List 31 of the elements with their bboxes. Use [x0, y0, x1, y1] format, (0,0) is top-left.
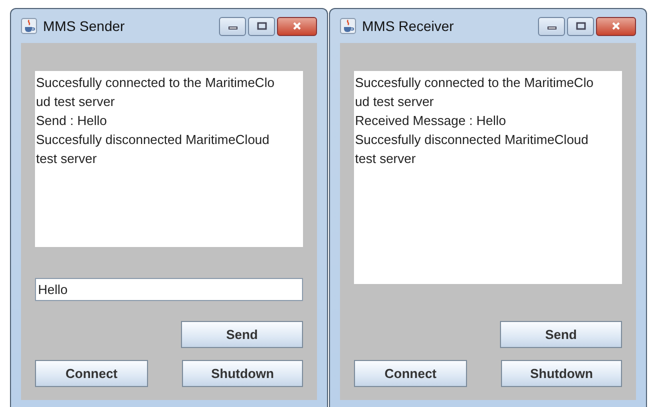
maximize-button[interactable]	[248, 16, 275, 36]
log-line: Send : Hello	[36, 112, 108, 130]
log-line: test server	[36, 150, 98, 168]
log-line: Succesfully connected to the MaritimeClo	[36, 74, 276, 92]
close-icon	[611, 22, 621, 30]
close-button[interactable]	[596, 16, 636, 36]
log-line: ud test server	[36, 93, 116, 111]
coffee-cup-icon	[21, 18, 37, 34]
message-field[interactable]: Hello	[35, 278, 303, 301]
log-line: Succesfully disconnected MaritimeCloud	[36, 131, 270, 149]
shutdown-button[interactable]: Shutdown	[501, 360, 622, 387]
maximize-icon	[256, 22, 266, 30]
window-title: MMS Receiver	[362, 18, 455, 34]
send-button[interactable]: Send	[181, 321, 303, 348]
connect-button[interactable]: Connect	[354, 360, 468, 387]
maximize-icon	[576, 22, 586, 30]
shutdown-button[interactable]: Shutdown	[182, 360, 303, 387]
window-title: MMS Sender	[43, 18, 126, 34]
log-line: Succesfully disconnected MaritimeCloud	[355, 131, 590, 149]
close-button[interactable]	[277, 16, 317, 36]
coffee-cup-icon	[340, 18, 356, 34]
log-line: Received Message : Hello	[355, 112, 508, 130]
close-icon	[292, 22, 302, 30]
log-line: test server	[355, 150, 417, 168]
maximize-button[interactable]	[567, 16, 594, 36]
minimize-button[interactable]	[538, 16, 565, 36]
minimize-button[interactable]	[219, 16, 246, 36]
log-line: ud test server	[355, 93, 435, 111]
log-line: Succesfully connected to the MaritimeClo	[355, 74, 594, 92]
send-button[interactable]: Send	[500, 321, 622, 348]
connect-button[interactable]: Connect	[35, 360, 148, 387]
